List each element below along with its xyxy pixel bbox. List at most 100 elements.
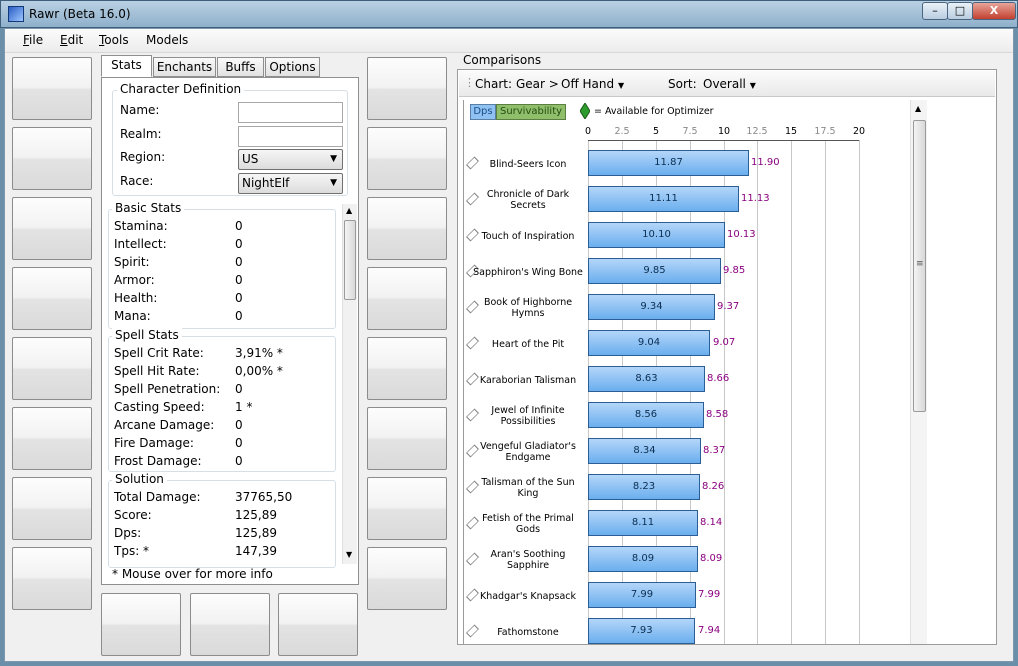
dps-value-label: 8.09 [631,553,655,564]
tab-buffs[interactable]: Buffs [217,57,264,77]
close-button[interactable]: X [972,2,1016,20]
tab-stats[interactable]: Stats [101,55,152,77]
tab-options[interactable]: Options [265,57,320,77]
footnote: * Mouse over for more info [112,567,273,581]
chart-slot-dropdown[interactable]: Off Hand ▼ [561,77,624,91]
scroll-down-icon[interactable]: ▼ [346,550,352,559]
item-name-label[interactable]: Fathomstone [472,620,584,644]
stat-label: Armor: [114,273,155,287]
solution-title: Solution [112,472,167,486]
dps-value-label: 7.93 [630,625,653,636]
item-name-label[interactable]: Talisman of the Sun King [472,476,584,500]
item-name-label[interactable]: Khadgar's Knapsack [472,584,584,608]
item-name-label[interactable]: Blind-Seers Icon [472,152,584,176]
race-label: Race: [120,174,154,188]
overall-value-label: 9.37 [717,301,740,312]
gear-slot-left-2[interactable] [12,127,92,190]
menu-bar: File Edit Tools Models [5,29,1013,53]
x-axis [588,140,859,141]
chevron-down-icon: ▼ [330,154,337,164]
item-name-label[interactable]: Karaborian Talisman [472,368,584,392]
comparisons-title: Comparisons [463,53,542,67]
sort-dropdown[interactable]: Overall ▼ [703,77,756,91]
chevron-down-icon: ▼ [749,81,756,90]
gear-slot-left-8[interactable] [12,547,92,610]
item-name-label[interactable]: Chronicle of Dark Secrets [472,188,584,212]
dps-value-label: 8.11 [631,517,655,528]
race-select[interactable]: NightElf ▼ [238,173,343,194]
item-name-label[interactable]: Heart of the Pit [472,332,584,356]
stats-panel: Character Definition Name: Realm: Region… [101,77,359,585]
stats-scrollbar[interactable]: ▲ ▼ [342,204,357,564]
menu-tools[interactable]: Tools [99,33,129,47]
name-input[interactable] [238,102,343,123]
spell-stats-title: Spell Stats [112,328,182,342]
stat-value: 0 [235,273,243,287]
gear-slot-right-2[interactable] [367,127,447,190]
stat-value: 0 [235,219,243,233]
chart-gear-menu[interactable]: Gear > [516,77,559,91]
stat-value: 37765,50 [235,490,293,504]
chevron-down-icon: ▼ [617,81,625,90]
stat-value: 0 [235,309,243,323]
gear-slot-right-5[interactable] [367,337,447,400]
overall-value-label: 8.26 [702,481,725,492]
item-name-label[interactable]: Book of Highborne Hymns [472,296,584,320]
overall-value-label: 7.99 [698,589,721,600]
realm-input[interactable] [238,126,343,147]
gear-slot-bottom-1[interactable] [101,593,181,656]
region-label: Region: [120,150,166,164]
gear-slot-left-3[interactable] [12,197,92,260]
overall-value-label: 11.90 [751,157,780,168]
stat-value: 147,39 [235,544,277,558]
chart-label: Chart: [475,77,513,91]
stat-label: Casting Speed: [114,400,205,414]
gear-slot-right-7[interactable] [367,477,447,540]
item-name-label[interactable]: Aran's Soothing Sapphire [472,548,584,572]
app-icon [8,6,24,22]
main-window: File Edit Tools Models Stats Enchants Bu… [4,28,1014,662]
scroll-up-icon[interactable]: ▲ [346,206,352,215]
region-select[interactable]: US ▼ [238,149,343,170]
stat-label: Intellect: [114,237,167,251]
stat-label: Arcane Damage: [114,418,215,432]
x-tick-label: 2.5 [614,126,630,137]
gear-slot-left-5[interactable] [12,337,92,400]
chart-scroll-thumb[interactable]: ≡ [913,120,926,412]
menu-models[interactable]: Models [146,33,188,47]
sort-label: Sort: [668,77,697,91]
chart-area: Dps Survivability = Available for Optimi… [463,100,909,644]
stat-label: Total Damage: [114,490,201,504]
tab-enchants[interactable]: Enchants [153,57,216,77]
dps-value-label: 11.87 [654,157,683,168]
gear-slot-left-1[interactable] [12,57,92,120]
gear-slot-bottom-3[interactable] [278,593,358,656]
basic-stats-title: Basic Stats [112,201,185,215]
maximize-button[interactable]: □ [947,2,973,20]
stat-label: Stamina: [114,219,168,233]
stat-label: Spell Crit Rate: [114,346,204,360]
gear-slot-right-4[interactable] [367,267,447,330]
gear-slot-bottom-2[interactable] [190,593,270,656]
item-name-label[interactable]: Sapphiron's Wing Bone [472,260,584,284]
gear-slot-right-1[interactable] [367,57,447,120]
gear-slot-left-4[interactable] [12,267,92,330]
stat-label: Fire Damage: [114,436,194,450]
stats-scroll-thumb[interactable] [344,220,356,300]
gear-slot-left-6[interactable] [12,407,92,470]
gear-slot-right-8[interactable] [367,547,447,610]
minimize-button[interactable]: – [922,2,948,20]
item-name-label[interactable]: Jewel of Infinite Possibilities [472,404,584,428]
stat-label: Spell Penetration: [114,382,221,396]
gear-slot-left-7[interactable] [12,477,92,540]
item-name-label[interactable]: Fetish of the Primal Gods [472,512,584,536]
dps-value-label: 9.34 [640,301,663,312]
gear-slot-right-6[interactable] [367,407,447,470]
gear-slot-right-3[interactable] [367,197,447,260]
scroll-up-icon[interactable]: ▲ [915,104,921,113]
item-name-label[interactable]: Touch of Inspiration [472,224,584,248]
menu-edit[interactable]: Edit [60,33,83,47]
menu-file[interactable]: File [23,33,43,47]
item-name-label[interactable]: Vengeful Gladiator's Endgame [472,440,584,464]
chart-scrollbar[interactable]: ▲ ≡ [910,100,927,644]
